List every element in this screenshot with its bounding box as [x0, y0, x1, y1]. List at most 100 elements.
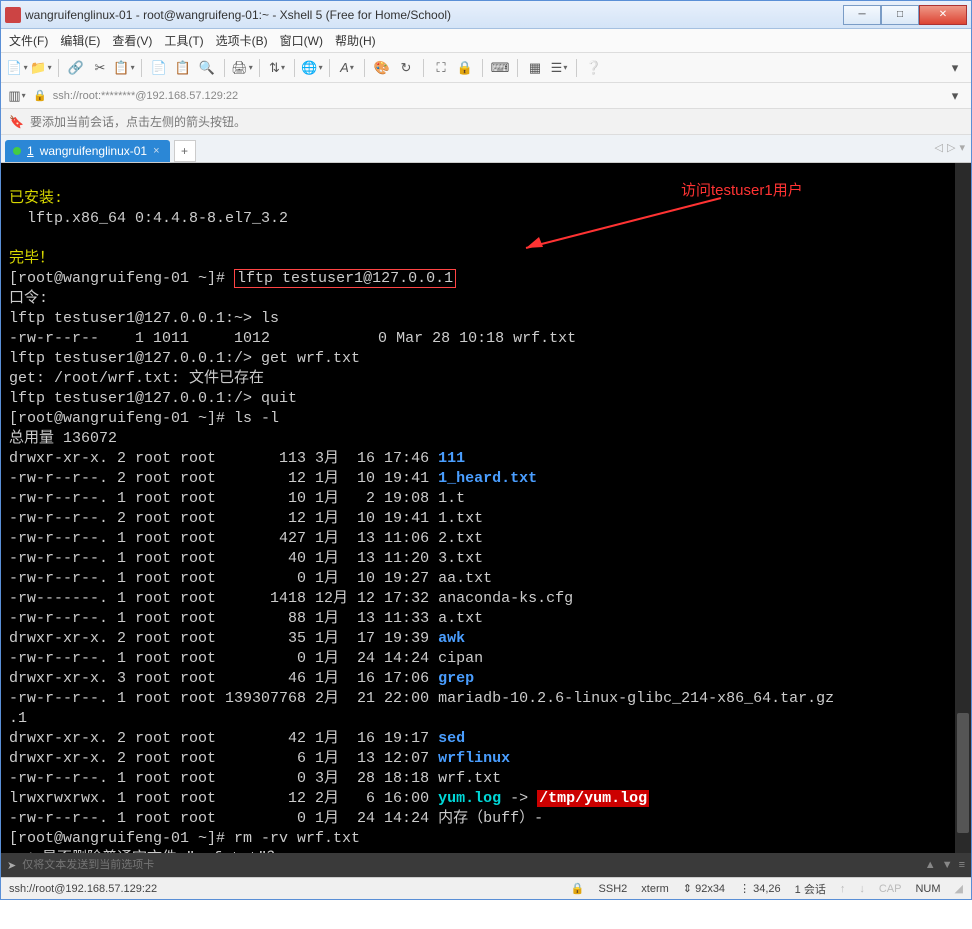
ls-row: -rw-r--r--. 1 root root 88 1月 13 11:33 a… [9, 610, 483, 627]
globe-button[interactable]: 🌐▾ [302, 58, 322, 78]
send-menu[interactable]: ≡ [959, 859, 965, 871]
new-tab-button[interactable]: + [174, 140, 196, 162]
menu-window[interactable]: 窗口(W) [280, 32, 323, 49]
term-line: 已安装: [9, 190, 63, 207]
addressbar: ▥▾ 🔒 ssh://root:********@192.168.57.129:… [1, 83, 971, 109]
status-lock-icon: 🔒 [571, 882, 585, 895]
ls-row: drwxr-xr-x. 3 root root 46 1月 16 17:06 g… [9, 670, 474, 687]
keyboard-button[interactable]: ⌨ [490, 58, 510, 78]
layout2-button[interactable]: ☰▾ [549, 58, 569, 78]
print-button[interactable]: 🖨▾ [232, 58, 252, 78]
ls-row: drwxr-xr-x. 2 root root 6 1月 13 12:07 wr… [9, 750, 510, 767]
send-input[interactable] [22, 859, 919, 871]
fullscreen-button[interactable]: ⛶ [431, 58, 451, 78]
ls-row: drwxr-xr-x. 2 root root 35 1月 17 19:39 a… [9, 630, 465, 647]
status-resize-grip[interactable]: ◢ [955, 882, 963, 895]
find-button[interactable]: 🔍 [197, 58, 217, 78]
term-line: lftp testuser1@127.0.0.1:~> ls [9, 310, 279, 327]
ls-row: -rw-r--r--. 1 root root 427 1月 13 11:06 … [9, 530, 483, 547]
tab-next-button[interactable]: ▷ [947, 141, 955, 154]
menu-tools[interactable]: 工具(T) [164, 32, 203, 49]
term-line: [root@wangruifeng-01 ~]# ls -l [9, 410, 279, 427]
hintbar: 🔖 要添加当前会话，点击左侧的箭头按钮。 [1, 109, 971, 135]
term-line: 口令: [9, 290, 48, 307]
status-nav-down[interactable]: ↓ [859, 883, 865, 895]
status-pos: ⋮ 34,26 [739, 882, 781, 895]
tab-list-button[interactable]: ▾ [959, 141, 965, 154]
tab-close-button[interactable]: × [153, 145, 159, 157]
status-term: xterm [641, 883, 669, 895]
window-title: wangruifenglinux-01 - root@wangruifeng-0… [25, 8, 843, 22]
minimize-button[interactable]: ─ [843, 5, 881, 25]
menu-file[interactable]: 文件(F) [9, 32, 48, 49]
paste-button[interactable]: 📋 [173, 58, 193, 78]
terminal-scrollbar[interactable] [955, 163, 971, 853]
ls-row: drwxr-xr-x. 2 root root 42 1月 16 19:17 s… [9, 730, 465, 747]
ls-row: .1 [9, 710, 27, 727]
menu-view[interactable]: 查看(V) [112, 32, 152, 49]
ls-row: drwxr-xr-x. 2 root root 113 3月 16 17:46 … [9, 450, 465, 467]
close-button[interactable]: ✕ [919, 5, 967, 25]
term-line: 完毕！ [9, 250, 54, 267]
terminal[interactable]: 已安装: lftp.x86_64 0:4.4.8-8.el7_3.2 完毕！ [… [1, 163, 971, 853]
menu-edit[interactable]: 编辑(E) [60, 32, 100, 49]
annotation-text: 访问testuser1用户 [681, 181, 803, 201]
hint-text: 要添加当前会话，点击左侧的箭头按钮。 [30, 113, 246, 130]
font-button[interactable]: A▾ [337, 58, 357, 78]
ls-row: -rw-r--r--. 1 root root 0 1月 24 14:24 ci… [9, 650, 483, 667]
send-icon[interactable]: ➤ [7, 859, 16, 872]
annotation-arrow [511, 193, 731, 263]
disconnect-button[interactable]: ✂ [90, 58, 110, 78]
tabbar: 1 wangruifenglinux-01 × + ◁ ▷ ▾ [1, 135, 971, 163]
lock-button[interactable]: 🔒 [455, 58, 475, 78]
menu-help[interactable]: 帮助(H) [335, 32, 376, 49]
copy-button[interactable]: 📄 [149, 58, 169, 78]
titlebar[interactable]: wangruifenglinux-01 - root@wangruifeng-0… [1, 1, 971, 29]
term-line: rm：是否删除普通空文件 "wrf.txt"？y [9, 850, 291, 853]
term-line: -rw-r--r-- 1 1011 1012 0 Mar 28 10:18 wr… [9, 330, 576, 347]
tab-index: 1 [27, 144, 34, 158]
status-ssh: SSH2 [599, 883, 628, 895]
highlighted-command: lftp testuser1@127.0.0.1 [234, 269, 456, 288]
status-nav-up[interactable]: ↑ [840, 883, 846, 895]
address-text[interactable]: ssh://root:********@192.168.57.129:22 [53, 90, 238, 102]
ls-row: -rw-r--r--. 1 root root 10 1月 2 19:08 1.… [9, 490, 465, 507]
ls-row: -rw-r--r--. 1 root root 0 1月 24 14:24 内存… [9, 810, 543, 827]
app-window: wangruifenglinux-01 - root@wangruifeng-0… [0, 0, 972, 900]
term-line: lftp testuser1@127.0.0.1:/> quit [9, 390, 297, 407]
send-nav-up[interactable]: ▲ [925, 859, 936, 871]
statusbar: ssh://root@192.168.57.129:22 🔒 SSH2 xter… [1, 877, 971, 899]
lock-icon: 🔒 [33, 89, 47, 102]
open-button[interactable]: 📁▾ [31, 58, 51, 78]
app-icon [5, 7, 21, 23]
sendbar: ➤ ▲ ▼ ≡ [1, 853, 971, 877]
reconnect-button[interactable]: 🔗 [66, 58, 86, 78]
ls-row: -rw-r--r--. 2 root root 12 1月 10 19:41 1… [9, 470, 537, 487]
addressbar-menu[interactable]: ▾ [945, 86, 965, 106]
session-tab[interactable]: 1 wangruifenglinux-01 × [5, 140, 170, 162]
term-line: [root@wangruifeng-01 ~]# lftp testuser1@… [9, 269, 456, 288]
toolbar-menu[interactable]: ▾ [945, 58, 965, 78]
menu-tabs[interactable]: 选项卡(B) [216, 32, 268, 49]
transfer-button[interactable]: ⇅▾ [267, 58, 287, 78]
bookmark-icon[interactable]: 🔖 [9, 115, 24, 129]
help-button[interactable]: ❔ [584, 58, 604, 78]
term-line: lftp testuser1@127.0.0.1:/> get wrf.txt [9, 350, 360, 367]
tab-prev-button[interactable]: ◁ [935, 141, 943, 154]
status-connection: ssh://root@192.168.57.129:22 [9, 883, 157, 895]
maximize-button[interactable]: □ [881, 5, 919, 25]
term-line: get: /root/wrf.txt: 文件已存在 [9, 370, 264, 387]
status-sessions: 1 会话 [795, 881, 826, 897]
new-button[interactable]: 📄▾ [7, 58, 27, 78]
refresh-button[interactable]: ↻ [396, 58, 416, 78]
addressbar-dropdown[interactable]: ▥▾ [7, 86, 27, 106]
ls-row: -rw-r--r--. 1 root root 40 1月 13 11:20 3… [9, 550, 483, 567]
send-nav-down[interactable]: ▼ [942, 859, 953, 871]
properties-button[interactable]: 📋▾ [114, 58, 134, 78]
term-line: 总用量 136072 [9, 430, 117, 447]
toolbar: 📄▾ 📁▾ 🔗 ✂ 📋▾ 📄 📋 🔍 🖨▾ ⇅▾ 🌐▾ A▾ 🎨 ↻ ⛶ 🔒 ⌨… [1, 53, 971, 83]
layout1-button[interactable]: ▦ [525, 58, 545, 78]
color-button[interactable]: 🎨 [372, 58, 392, 78]
status-dot-icon [13, 147, 21, 155]
scroll-thumb[interactable] [957, 713, 969, 833]
